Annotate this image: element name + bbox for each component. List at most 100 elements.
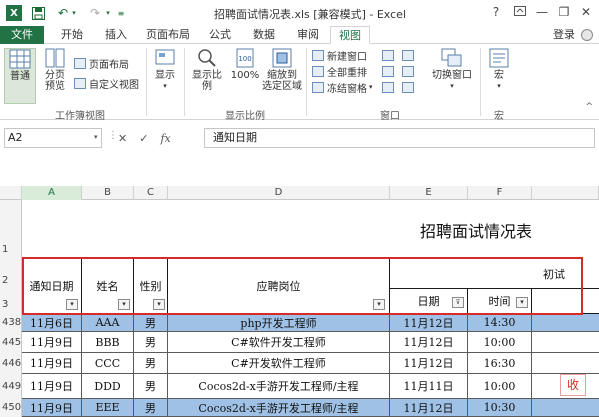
switch-windows-button[interactable]: 切换窗口 ▾	[428, 48, 476, 104]
hide-button[interactable]	[382, 64, 397, 78]
cell-notice-date[interactable]: 11月9日	[22, 374, 82, 399]
header-position[interactable]: 应聘岗位 ▾	[168, 259, 390, 314]
arrange-all-button[interactable]: 全部重排	[312, 64, 367, 79]
header-interview-date[interactable]: 日期 ⊽	[390, 289, 468, 314]
row-header[interactable]: 438	[0, 314, 22, 332]
column-header-d[interactable]: D	[168, 186, 390, 200]
cell-notice-date[interactable]: 11月6日	[22, 314, 82, 332]
formula-input[interactable]: 通知日期	[204, 128, 595, 148]
cell-notice-date[interactable]: 11月9日	[22, 332, 82, 353]
row-header-1[interactable]: 1	[0, 200, 22, 259]
cell-name[interactable]: EEE	[82, 399, 134, 417]
row-header-3[interactable]: 3	[0, 291, 22, 314]
redo-icon[interactable]: ↷	[88, 5, 102, 21]
cell-gender[interactable]: 男	[134, 399, 168, 417]
cell-position[interactable]: php开发工程师	[168, 314, 390, 332]
cell-gender[interactable]: 男	[134, 353, 168, 374]
show-button[interactable]: 显示 ▾	[150, 48, 180, 104]
column-header-a[interactable]: A	[22, 186, 82, 200]
select-all-corner[interactable]	[0, 186, 22, 200]
filter-dropdown-icon[interactable]: ▾	[153, 299, 165, 310]
cell-name[interactable]: BBB	[82, 332, 134, 353]
cell-empty[interactable]	[532, 332, 599, 353]
redo-dropdown-icon[interactable]: ▾	[104, 5, 112, 21]
name-box-dropdown-icon[interactable]: ▾	[94, 133, 98, 141]
zoom-button[interactable]: 显示比例	[188, 48, 226, 104]
cell-empty[interactable]	[532, 314, 599, 332]
filter-dropdown-icon[interactable]: ▾	[118, 299, 130, 310]
tab-file[interactable]: 文件	[0, 26, 44, 44]
cell-interview-time[interactable]: 10:00	[468, 374, 532, 399]
row-header[interactable]: 446	[0, 353, 22, 374]
cell-interview-date[interactable]: 11月11日	[390, 374, 468, 399]
close-button[interactable]: ✕	[576, 4, 596, 20]
filter-dropdown-icon[interactable]: ▾	[66, 299, 78, 310]
filter-dropdown-icon[interactable]: ▾	[516, 297, 528, 308]
header-interview-time[interactable]: 时间 ▾	[468, 289, 532, 314]
cell-notice-date[interactable]: 11月9日	[22, 353, 82, 374]
column-header-f[interactable]: F	[468, 186, 532, 200]
cell-interview-time[interactable]: 10:00	[468, 332, 532, 353]
row-header[interactable]: 449	[0, 374, 22, 399]
macros-button[interactable]: 宏 ▾	[484, 48, 514, 104]
column-header-b[interactable]: B	[82, 186, 134, 200]
page-break-preview-button[interactable]: 分页 预览	[40, 48, 70, 104]
split-button[interactable]	[382, 48, 397, 62]
cell-interview-date[interactable]: 11月12日	[390, 332, 468, 353]
tab-data[interactable]: 数据	[244, 26, 284, 44]
cell-position[interactable]: Cocos2d-x手游开发工程师/主程	[168, 374, 390, 399]
enter-icon[interactable]: ✓	[139, 132, 148, 145]
name-box[interactable]: A2	[4, 128, 102, 148]
reset-position-button[interactable]	[402, 80, 417, 94]
cell-interview-date[interactable]: 11月12日	[390, 353, 468, 374]
header-name[interactable]: 姓名 ▾	[82, 259, 134, 314]
zoom-100-button[interactable]: 100 100%	[230, 48, 260, 104]
tab-insert[interactable]: 插入	[96, 26, 136, 44]
cell-gender[interactable]: 男	[134, 314, 168, 332]
cell-empty[interactable]	[532, 399, 599, 417]
tab-page-layout[interactable]: 页面布局	[140, 26, 196, 44]
save-icon[interactable]	[30, 5, 46, 21]
row-header[interactable]: 450	[0, 399, 22, 417]
cancel-icon[interactable]: ✕	[118, 132, 127, 145]
cell-interview-time[interactable]: 16:30	[468, 353, 532, 374]
cell-interview-time[interactable]: 14:30	[468, 314, 532, 332]
normal-view-button[interactable]: 普通	[4, 48, 36, 104]
row-header-2[interactable]: 2	[0, 259, 22, 291]
tab-home[interactable]: 开始	[52, 26, 92, 44]
tab-formulas[interactable]: 公式	[200, 26, 240, 44]
avatar[interactable]	[581, 29, 593, 41]
cell-gender[interactable]: 男	[134, 374, 168, 399]
row-header[interactable]: 445	[0, 332, 22, 353]
column-header-c[interactable]: C	[134, 186, 168, 200]
column-header-e[interactable]: E	[390, 186, 468, 200]
undo-icon[interactable]: ↶	[56, 5, 70, 21]
customize-toolbar-icon[interactable]: ≡	[116, 5, 126, 21]
page-layout-button[interactable]: 页面布局	[74, 56, 129, 71]
cell-interview-date[interactable]: 11月12日	[390, 314, 468, 332]
filter-dropdown-icon[interactable]: ▾	[373, 299, 385, 310]
header-empty-cell[interactable]	[532, 289, 599, 314]
cell-position[interactable]: Cocos2d-x手游开发工程师/主程	[168, 399, 390, 417]
header-first-interview[interactable]: 初试	[390, 259, 599, 289]
column-header-g[interactable]	[532, 186, 599, 200]
new-window-button[interactable]: 新建窗口	[312, 48, 367, 63]
collapse-ribbon-icon[interactable]: ^	[585, 102, 593, 112]
ribbon-display-button[interactable]	[510, 4, 530, 20]
help-button[interactable]: ?	[486, 4, 506, 20]
tab-review[interactable]: 审阅	[288, 26, 328, 44]
header-gender[interactable]: 性别 ▾	[134, 259, 168, 314]
cell-name[interactable]: CCC	[82, 353, 134, 374]
freeze-panes-button[interactable]: 冻结窗格 ▾	[312, 80, 373, 95]
side-by-side-button[interactable]	[402, 48, 417, 62]
login-link[interactable]: 登录	[553, 26, 575, 44]
restore-button[interactable]: ❐	[554, 4, 574, 20]
undo-dropdown-icon[interactable]: ▾	[70, 5, 78, 21]
cell-name[interactable]: DDD	[82, 374, 134, 399]
cell-name[interactable]: AAA	[82, 314, 134, 332]
cell-interview-time[interactable]: 10:30	[468, 399, 532, 417]
header-notice-date[interactable]: 通知日期 ▾	[22, 259, 82, 314]
cell-position[interactable]: C#软件开发工程师	[168, 332, 390, 353]
insert-function-icon[interactable]: fx	[160, 132, 170, 145]
unhide-button[interactable]	[382, 80, 397, 94]
